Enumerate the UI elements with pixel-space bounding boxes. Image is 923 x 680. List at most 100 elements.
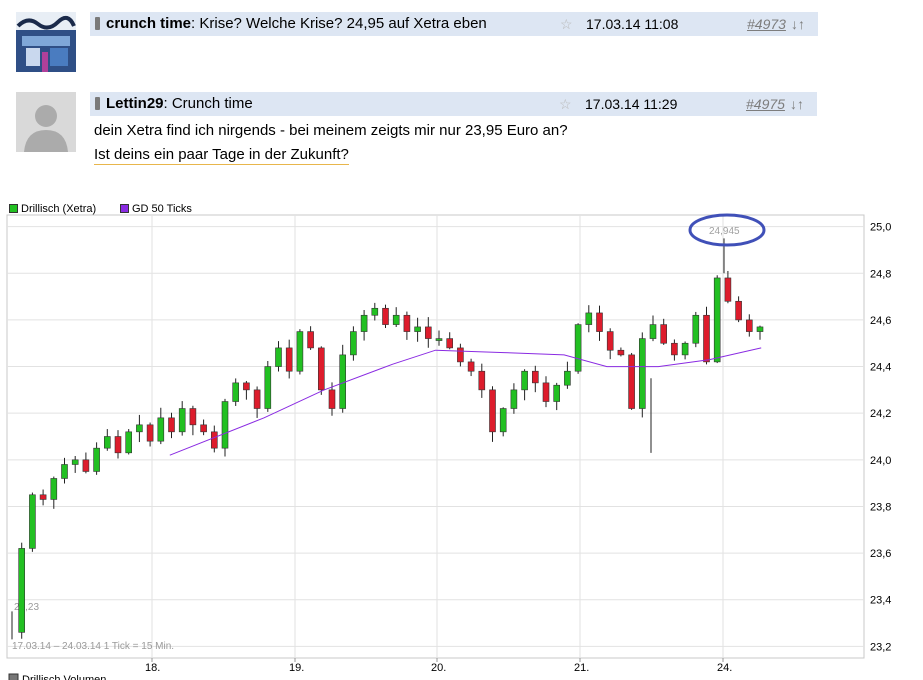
candle-body <box>638 338 646 409</box>
post-author[interactable]: Lettin29 <box>106 95 164 112</box>
candle-body <box>307 331 314 349</box>
candle-body <box>71 459 79 465</box>
y-tick-label: 23,6 <box>870 548 891 560</box>
candle-body <box>724 277 732 302</box>
candle-body <box>617 349 625 356</box>
candle-body <box>510 389 518 409</box>
post-date: 17.03.14 11:29 <box>585 96 678 112</box>
candle-body <box>211 431 218 449</box>
candle-body <box>18 548 26 633</box>
candle-body <box>50 478 58 500</box>
y-tick-label: 25,0 <box>870 222 891 234</box>
post-body-line: dein Xetra find ich nirgends - bei meine… <box>94 122 568 139</box>
candle-body <box>606 331 614 351</box>
candle-body <box>542 382 550 402</box>
candle-body <box>745 319 753 332</box>
candle-body <box>435 338 443 341</box>
candle-body <box>446 338 454 349</box>
candle-body <box>39 494 47 500</box>
candle-body <box>531 370 539 384</box>
candle-body <box>317 347 325 391</box>
candle-body <box>424 326 432 339</box>
candle-body <box>82 459 90 472</box>
y-tick-label: 23,8 <box>870 501 891 513</box>
candle-body <box>157 417 165 442</box>
y-tick-label: 23,4 <box>870 595 891 607</box>
post-type-icon <box>95 97 100 110</box>
x-tick-label: 21. <box>574 662 589 674</box>
candle-body <box>403 314 411 332</box>
candle-body <box>360 314 368 332</box>
candle-body <box>104 436 111 449</box>
star-icon[interactable]: ☆ <box>560 12 573 36</box>
default-avatar-icon <box>16 92 76 152</box>
x-tick-label: 19. <box>289 662 304 674</box>
candle-body <box>499 408 507 433</box>
chart-period-label: 17.03.14 – 24.03.14 1 Tick = 15 Min. <box>12 641 174 652</box>
post-number-link[interactable]: #4973 <box>747 12 786 36</box>
candle-body <box>189 408 197 426</box>
y-tick-label: 23,2 <box>870 641 891 653</box>
candle-body <box>125 431 132 454</box>
star-icon[interactable]: ☆ <box>559 92 572 116</box>
x-tick-label: 24. <box>717 662 732 674</box>
candle-body <box>671 342 678 356</box>
candle-body <box>681 342 689 356</box>
candle-body <box>649 324 657 339</box>
candle-body <box>178 408 186 433</box>
candle-body <box>660 324 668 344</box>
post-number-link[interactable]: #4975 <box>746 92 785 116</box>
y-tick-label: 24,4 <box>870 362 891 374</box>
candle-body <box>489 389 496 433</box>
candle-body <box>275 347 282 367</box>
candle-body <box>243 382 250 391</box>
post-title[interactable]: crunch time: Krise? Welche Krise? 24,95 … <box>106 12 487 36</box>
candle-body <box>136 424 143 433</box>
candle-body <box>553 384 561 402</box>
navigate-arrows-icon[interactable]: ↓↑ <box>791 12 805 36</box>
candle-body <box>285 347 293 372</box>
post-type-icon <box>95 17 100 30</box>
candle-body <box>253 389 261 409</box>
candle-body <box>392 314 400 325</box>
candle-body <box>200 424 207 433</box>
candle-body <box>735 300 742 321</box>
candle-body <box>350 331 357 356</box>
post-header: crunch time: Krise? Welche Krise? 24,95 … <box>90 12 818 36</box>
avatar[interactable] <box>16 92 76 152</box>
avatar[interactable] <box>16 12 76 72</box>
y-tick-label: 24,0 <box>870 455 891 467</box>
candle-body <box>628 354 635 409</box>
candle-body <box>114 436 122 454</box>
x-tick-label: 18. <box>145 662 160 674</box>
candle-body <box>29 494 36 549</box>
candle-body <box>585 312 593 325</box>
post-title[interactable]: Lettin29: Crunch time <box>106 92 253 116</box>
candle-body <box>564 370 571 386</box>
candle-body <box>168 417 175 433</box>
candle-body <box>93 447 100 472</box>
post-author[interactable]: crunch time <box>106 15 191 32</box>
post-header: Lettin29: Crunch time ☆ 17.03.14 11:29 #… <box>90 92 817 116</box>
candle-body <box>414 326 421 332</box>
candle-body <box>692 314 700 344</box>
y-tick-label: 24,8 <box>870 268 891 280</box>
candle-body <box>146 424 154 442</box>
candle-body <box>61 464 68 479</box>
post-body-line: Ist deins ein paar Tage in der Zukunft? <box>94 146 349 165</box>
candle-body <box>264 366 272 409</box>
x-tick-label: 20. <box>431 662 446 674</box>
candle-body <box>328 389 336 409</box>
candle-body <box>382 307 389 325</box>
navigate-arrows-icon[interactable]: ↓↑ <box>790 92 804 116</box>
stock-chart[interactable]: 25,0 24,8 24,6 24,4 24,2 24,0 23,8 23,6 23,4 23,2… <box>0 198 923 680</box>
post-subject: : Krise? Welche Krise? 24,95 auf Xetra e… <box>191 15 487 32</box>
post-subject: : Crunch time <box>163 95 253 112</box>
candle-body <box>296 331 304 372</box>
candle-body <box>371 307 379 316</box>
candle-body <box>756 326 764 332</box>
legend-swatch <box>8 673 19 680</box>
plot-frame <box>6 214 865 659</box>
post-date: 17.03.14 11:08 <box>586 16 679 32</box>
candle-body <box>467 361 475 372</box>
